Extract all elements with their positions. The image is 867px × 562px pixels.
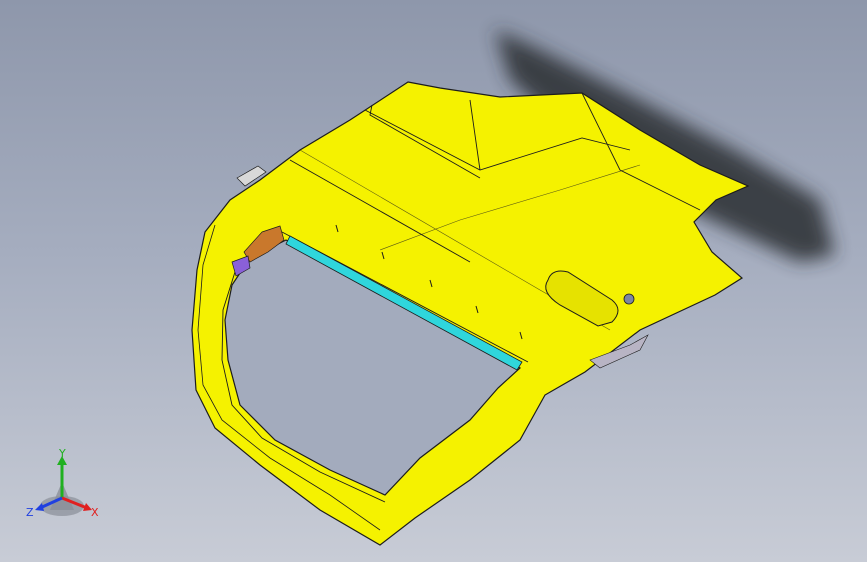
- x-axis-label: X: [91, 506, 99, 519]
- z-axis-label: Z: [26, 506, 34, 519]
- orientation-triad[interactable]: Y X Z: [24, 447, 104, 523]
- graphics-viewport[interactable]: Y X Z: [0, 0, 867, 562]
- y-axis-label: Y: [58, 448, 66, 460]
- lock-cylinder[interactable]: [623, 293, 635, 305]
- door-model[interactable]: [0, 0, 867, 562]
